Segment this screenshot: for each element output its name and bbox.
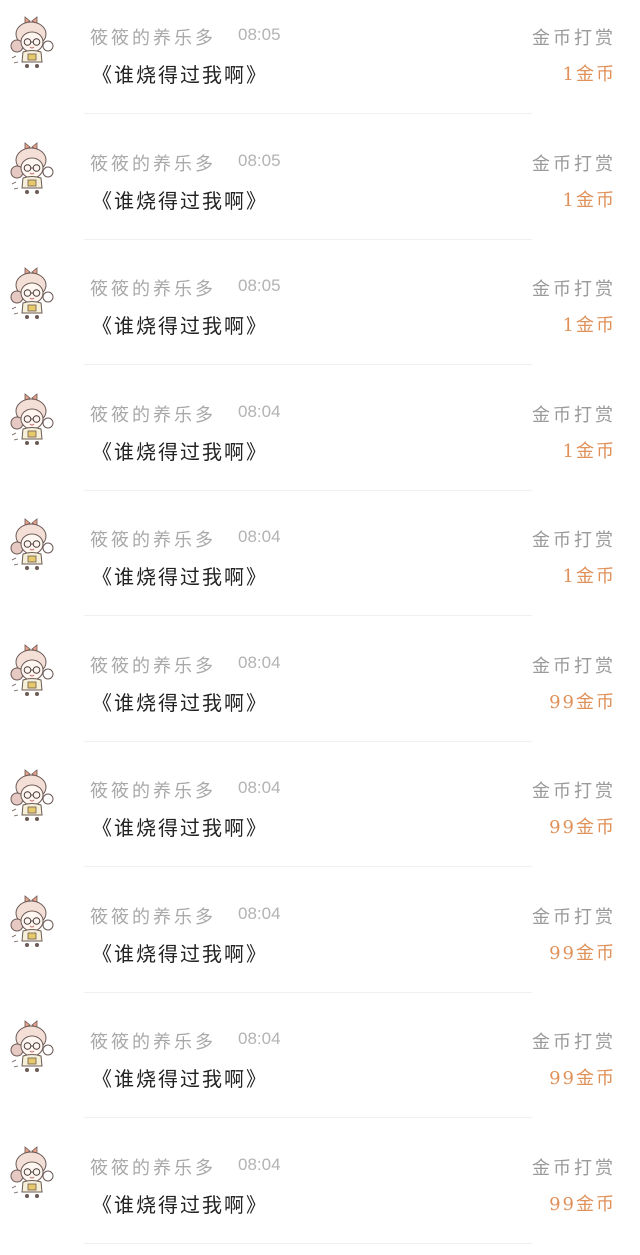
row-divider — [84, 364, 532, 365]
row-divider — [84, 239, 532, 240]
timestamp: 08:04 — [238, 402, 281, 422]
cartoon-girl-avatar-icon — [8, 1146, 60, 1206]
cartoon-girl-avatar-icon — [8, 142, 60, 202]
avatar[interactable] — [8, 895, 60, 955]
gift-amount: 1金币 — [563, 60, 616, 86]
timestamp: 08:04 — [238, 653, 281, 673]
gift-record-row[interactable]: 筱筱的养乐多 08:04 《谁烧得过我啊》 金币打赏 1金币 — [0, 377, 640, 503]
row-divider — [84, 615, 532, 616]
avatar[interactable] — [8, 1146, 60, 1206]
gift-record-row[interactable]: 筱筱的养乐多 08:04 《谁烧得过我啊》 金币打赏 1金币 — [0, 502, 640, 628]
gift-amount: 1金币 — [563, 311, 616, 337]
gift-amount: 99金币 — [549, 813, 616, 839]
timestamp: 08:05 — [238, 151, 281, 171]
gift-record-row[interactable]: 筱筱的养乐多 08:04 《谁烧得过我啊》 金币打赏 99金币 — [0, 1130, 640, 1255]
row-divider — [84, 113, 532, 114]
avatar[interactable] — [8, 518, 60, 578]
row-divider — [84, 992, 532, 993]
row-divider — [84, 490, 532, 491]
row-divider — [84, 1117, 532, 1118]
gift-record-row[interactable]: 筱筱的养乐多 08:04 《谁烧得过我啊》 金币打赏 99金币 — [0, 1004, 640, 1130]
row-divider — [84, 1243, 532, 1244]
gift-message: 《谁烧得过我啊》 — [92, 1063, 268, 1092]
username[interactable]: 筱筱的养乐多 — [90, 1028, 216, 1054]
username[interactable]: 筱筱的养乐多 — [90, 24, 216, 50]
gift-amount: 99金币 — [549, 688, 616, 714]
row-divider — [84, 741, 532, 742]
avatar[interactable] — [8, 142, 60, 202]
gift-type-label: 金币打赏 — [532, 1028, 616, 1054]
cartoon-girl-avatar-icon — [8, 518, 60, 578]
gift-record-row[interactable]: 筱筱的养乐多 08:04 《谁烧得过我啊》 金币打赏 99金币 — [0, 753, 640, 879]
timestamp: 08:04 — [238, 527, 281, 547]
gift-type-label: 金币打赏 — [532, 24, 616, 50]
timestamp: 08:05 — [238, 25, 281, 45]
gift-type-label: 金币打赏 — [532, 275, 616, 301]
avatar[interactable] — [8, 267, 60, 327]
timestamp: 08:04 — [238, 778, 281, 798]
gift-message: 《谁烧得过我啊》 — [92, 185, 268, 214]
gift-amount: 1金币 — [563, 186, 616, 212]
gift-amount: 1金币 — [563, 437, 616, 463]
gift-record-row[interactable]: 筱筱的养乐多 08:05 《谁烧得过我啊》 金币打赏 1金币 — [0, 126, 640, 252]
avatar[interactable] — [8, 393, 60, 453]
gift-message: 《谁烧得过我啊》 — [92, 310, 268, 339]
gift-message: 《谁烧得过我啊》 — [92, 938, 268, 967]
gift-record-row[interactable]: 筱筱的养乐多 08:05 《谁烧得过我啊》 金币打赏 1金币 — [0, 251, 640, 377]
gift-message: 《谁烧得过我啊》 — [92, 561, 268, 590]
cartoon-girl-avatar-icon — [8, 1020, 60, 1080]
cartoon-girl-avatar-icon — [8, 769, 60, 829]
timestamp: 08:04 — [238, 1155, 281, 1175]
gift-message: 《谁烧得过我啊》 — [92, 1189, 268, 1218]
username[interactable]: 筱筱的养乐多 — [90, 150, 216, 176]
gift-type-label: 金币打赏 — [532, 777, 616, 803]
gift-message: 《谁烧得过我啊》 — [92, 59, 268, 88]
gift-type-label: 金币打赏 — [532, 526, 616, 552]
timestamp: 08:05 — [238, 276, 281, 296]
avatar[interactable] — [8, 16, 60, 76]
gift-record-row[interactable]: 筱筱的养乐多 08:04 《谁烧得过我啊》 金币打赏 99金币 — [0, 879, 640, 1005]
gift-message: 《谁烧得过我啊》 — [92, 812, 268, 841]
cartoon-girl-avatar-icon — [8, 267, 60, 327]
cartoon-girl-avatar-icon — [8, 393, 60, 453]
gift-record-row[interactable]: 筱筱的养乐多 08:05 《谁烧得过我啊》 金币打赏 1金币 — [0, 0, 640, 126]
gift-type-label: 金币打赏 — [532, 1154, 616, 1180]
username[interactable]: 筱筱的养乐多 — [90, 777, 216, 803]
gift-type-label: 金币打赏 — [532, 401, 616, 427]
avatar[interactable] — [8, 644, 60, 704]
timestamp: 08:04 — [238, 1029, 281, 1049]
username[interactable]: 筱筱的养乐多 — [90, 652, 216, 678]
gift-message: 《谁烧得过我啊》 — [92, 687, 268, 716]
row-divider — [84, 866, 532, 867]
username[interactable]: 筱筱的养乐多 — [90, 401, 216, 427]
timestamp: 08:04 — [238, 904, 281, 924]
avatar[interactable] — [8, 1020, 60, 1080]
username[interactable]: 筱筱的养乐多 — [90, 275, 216, 301]
gift-type-label: 金币打赏 — [532, 150, 616, 176]
gift-type-label: 金币打赏 — [532, 652, 616, 678]
username[interactable]: 筱筱的养乐多 — [90, 526, 216, 552]
cartoon-girl-avatar-icon — [8, 644, 60, 704]
gift-amount: 1金币 — [563, 562, 616, 588]
gift-amount: 99金币 — [549, 1190, 616, 1216]
avatar[interactable] — [8, 769, 60, 829]
username[interactable]: 筱筱的养乐多 — [90, 903, 216, 929]
gift-record-list: 筱筱的养乐多 08:05 《谁烧得过我啊》 金币打赏 1金币 — [0, 0, 640, 1255]
gift-message: 《谁烧得过我啊》 — [92, 436, 268, 465]
gift-amount: 99金币 — [549, 1064, 616, 1090]
cartoon-girl-avatar-icon — [8, 895, 60, 955]
gift-type-label: 金币打赏 — [532, 903, 616, 929]
gift-record-row[interactable]: 筱筱的养乐多 08:04 《谁烧得过我啊》 金币打赏 99金币 — [0, 628, 640, 754]
gift-amount: 99金币 — [549, 939, 616, 965]
username[interactable]: 筱筱的养乐多 — [90, 1154, 216, 1180]
cartoon-girl-avatar-icon — [8, 16, 60, 76]
